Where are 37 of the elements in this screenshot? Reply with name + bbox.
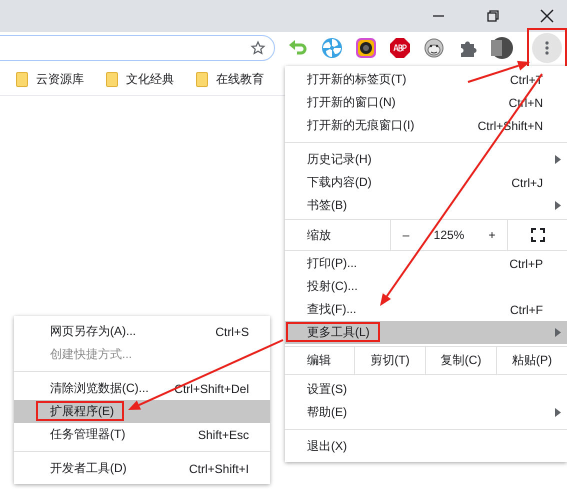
menu-item[interactable]: 下载内容(D) Ctrl+J	[285, 171, 567, 194]
menu-item[interactable]: 更多工具(L)	[285, 321, 567, 344]
edit-action-button[interactable]: 粘贴(P)	[497, 347, 567, 374]
menu-item[interactable]: 查找(F)... Ctrl+F	[285, 298, 567, 321]
menu-item[interactable]: 退出(X)	[285, 435, 567, 458]
menu-item[interactable]: 书签(B)	[285, 194, 567, 217]
bookmark-link[interactable]: 在线教育	[216, 71, 264, 88]
edit-action-button[interactable]: 复制(C)	[426, 347, 497, 374]
camera-icon[interactable]	[355, 37, 377, 59]
folder-icon	[196, 72, 208, 87]
menu-item[interactable]: 打印(P)... Ctrl+P	[285, 252, 567, 275]
zoom-out-button[interactable]: –	[391, 228, 421, 242]
edit-label: 编辑	[285, 347, 355, 374]
three-dots-icon	[545, 41, 549, 55]
menu-item[interactable]: 历史记录(H)	[285, 148, 567, 171]
star-icon[interactable]	[250, 40, 266, 56]
folder-icon	[16, 72, 28, 87]
menu-item[interactable]: 设置(S)	[285, 378, 567, 401]
menu-item[interactable]: 网页另存为(A)... Ctrl+S	[14, 320, 270, 343]
fan-icon[interactable]	[321, 37, 343, 59]
menu-item[interactable]: 帮助(E)	[285, 401, 567, 424]
zoom-in-button[interactable]: +	[477, 228, 507, 242]
adblock-icon[interactable]	[389, 37, 411, 59]
menu-item[interactable]: 任务管理器(T) Shift+Esc	[14, 423, 270, 446]
bookmark-link[interactable]: 文化经典	[126, 71, 174, 88]
menu-item[interactable]: 清除浏览数据(C)... Ctrl+Shift+Del	[14, 377, 270, 400]
menu-item[interactable]: 扩展程序(E)	[14, 400, 270, 423]
edit-action-button[interactable]: 剪切(T)	[355, 347, 426, 374]
menu-item[interactable]: 开发者工具(D) Ctrl+Shift+I	[14, 457, 270, 480]
bookmark-link[interactable]: 云资源库	[36, 71, 84, 88]
zoom-label: 缩放	[306, 226, 332, 244]
folder-icon	[106, 72, 118, 87]
menu-button[interactable]	[532, 33, 562, 63]
zoom-value: 125%	[432, 228, 466, 242]
avatar-circle-icon[interactable]	[491, 37, 513, 59]
monkey-face-icon[interactable]	[423, 37, 445, 59]
menu-item[interactable]: 投射(C)...	[285, 275, 567, 298]
